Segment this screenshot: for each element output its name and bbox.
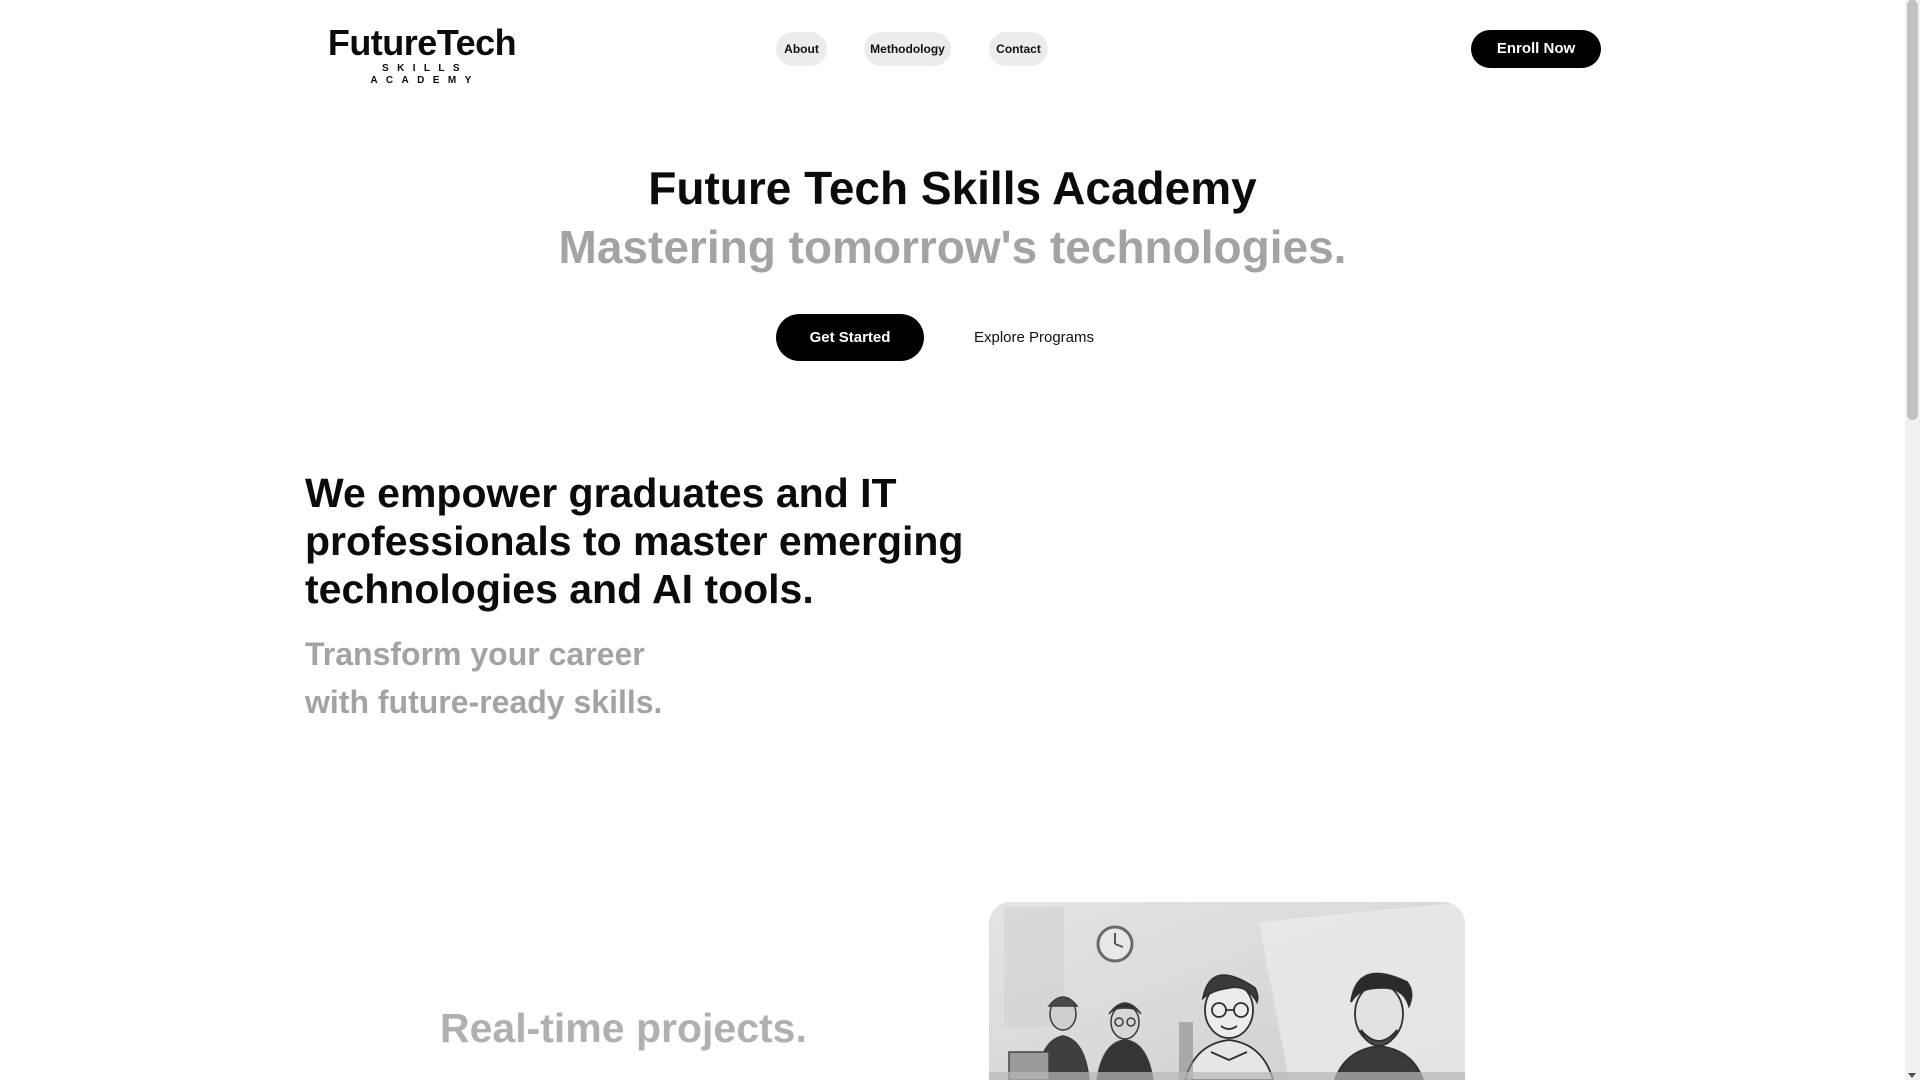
mission-headline: We empower graduates and IT professional… (305, 470, 964, 612)
get-started-button[interactable]: Get Started (776, 314, 924, 361)
enroll-now-button[interactable]: Enroll Now (1471, 30, 1601, 68)
projects-heading: Real-time projects. (440, 1005, 807, 1051)
mission-tagline: Transform your career with future-ready … (305, 630, 805, 726)
logo-title: FutureTech (327, 22, 517, 63)
team-illustration-drawing (989, 902, 1465, 1080)
mission-tagline-line-2: with future-ready skills. (305, 684, 663, 720)
logo-subtitle: SKILLS ACADEMY (370, 63, 480, 86)
explore-programs-link[interactable]: Explore Programs (954, 314, 1114, 361)
brand-logo[interactable]: FutureTech SKILLS ACADEMY (327, 24, 517, 87)
page-scrollbar[interactable] (1905, 0, 1920, 1080)
scrollbar-thumb[interactable] (1907, 0, 1918, 420)
nav-methodology-link[interactable]: Methodology (864, 32, 951, 66)
clock-icon (1096, 925, 1134, 963)
nav-about-link[interactable]: About (776, 32, 827, 66)
mission-tagline-line-1: Transform your career (305, 636, 645, 672)
nav-contact-link[interactable]: Contact (989, 32, 1048, 66)
team-illustration (989, 902, 1465, 1080)
hero-subtitle: Mastering tomorrow's technologies. (558, 221, 1347, 273)
scroll-down-arrow-icon[interactable] (1908, 1073, 1916, 1078)
hero-title: Future Tech Skills Academy (648, 162, 1257, 214)
